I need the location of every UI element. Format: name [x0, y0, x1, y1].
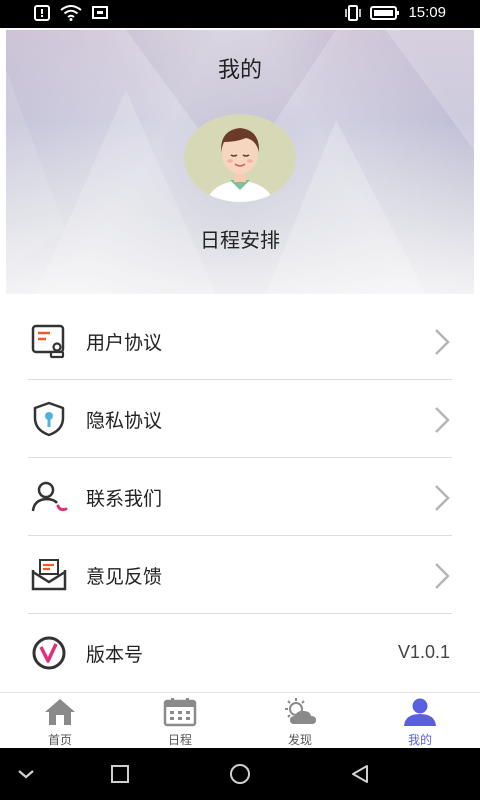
menu-item-contact[interactable]: 联系我们 [0, 458, 480, 536]
status-bar: 15:09 [0, 0, 480, 28]
vibrate-icon [345, 4, 362, 21]
alert-icon [34, 5, 50, 21]
menu-item-user-agreement[interactable]: 用户协议 [0, 302, 480, 380]
menu-item-label: 版本号 [86, 644, 144, 666]
weather-icon [285, 698, 316, 724]
menu-item-version: 版本号 V1.0.1 [0, 614, 480, 692]
avatar[interactable] [184, 114, 296, 202]
chevron-right-icon [435, 407, 450, 433]
back-icon[interactable] [348, 762, 372, 786]
tab-schedule[interactable]: 日程 [120, 693, 240, 749]
system-nav-bar [0, 748, 480, 800]
tab-label: 发现 [287, 733, 312, 747]
profile-header: 我的 日程安排 [6, 30, 474, 294]
tab-label: 日程 [167, 733, 192, 747]
menu-item-label: 隐私协议 [86, 410, 163, 432]
collapse-down-icon[interactable] [14, 762, 38, 786]
tab-home[interactable]: 首页 [0, 693, 120, 749]
bottom-tab-bar: 首页 日程 发现 我的 [0, 692, 480, 748]
wifi-icon [60, 5, 82, 21]
menu-item-label: 用户协议 [86, 332, 163, 354]
menu-item-feedback[interactable]: 意见反馈 [0, 536, 480, 614]
menu-item-privacy[interactable]: 隐私协议 [0, 380, 480, 458]
user-agreement-icon [31, 324, 65, 359]
screenshot-icon [92, 6, 108, 19]
privacy-shield-icon [33, 401, 65, 437]
tab-discover[interactable]: 发现 [240, 693, 360, 749]
settings-menu: 用户协议 隐私协议 联系我们 意见反馈 版本号 V1.0.1 [0, 302, 480, 692]
menu-item-label: 联系我们 [86, 488, 163, 510]
menu-item-label: 意见反馈 [86, 566, 163, 588]
page-title: 我的 [217, 58, 262, 83]
feedback-mail-icon [31, 559, 67, 591]
chevron-right-icon [435, 485, 450, 511]
version-value: V1.0.1 [397, 642, 450, 662]
tab-label: 首页 [47, 733, 72, 747]
battery-icon [370, 5, 400, 20]
home-nav-icon[interactable] [228, 762, 252, 786]
user-name: 日程安排 [200, 228, 280, 252]
recents-icon[interactable] [108, 762, 132, 786]
calendar-icon [163, 698, 197, 727]
profile-icon [404, 698, 436, 726]
tab-label: 我的 [407, 733, 432, 747]
version-logo-icon [32, 636, 66, 670]
chevron-right-icon [435, 329, 450, 355]
status-time: 15:09 [408, 4, 446, 21]
chevron-right-icon [435, 563, 450, 589]
home-icon [45, 699, 75, 725]
tab-mine[interactable]: 我的 [360, 693, 480, 749]
contact-icon [31, 481, 68, 512]
